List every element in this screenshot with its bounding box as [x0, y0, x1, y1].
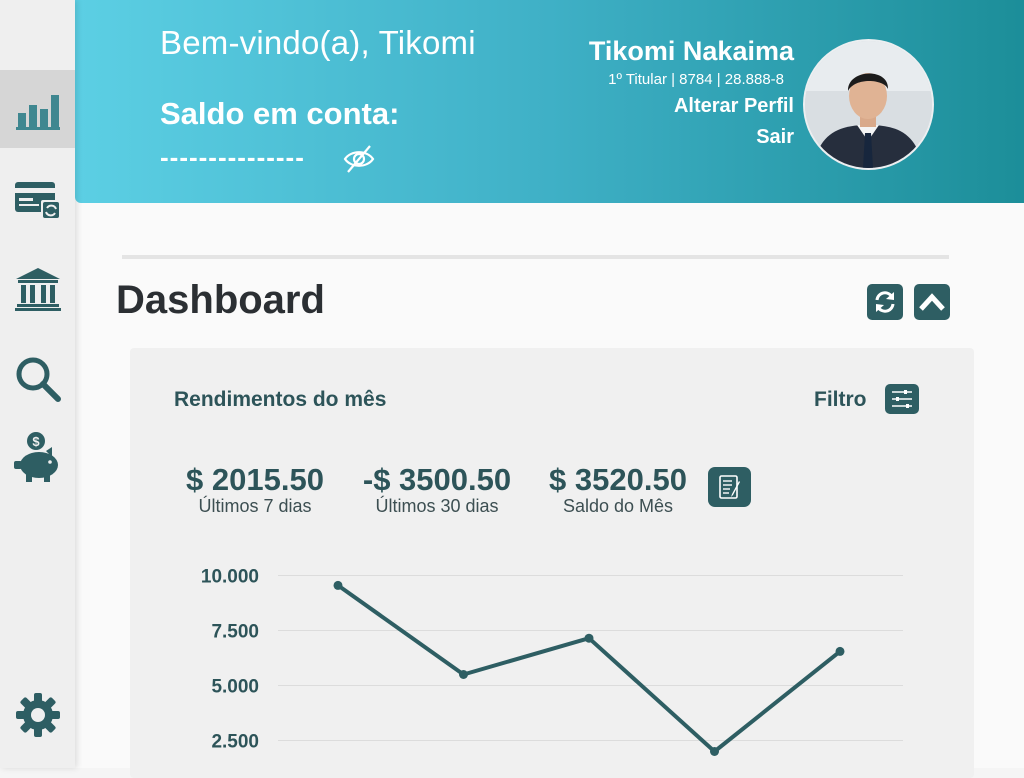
gear-icon: [15, 693, 60, 737]
data-point[interactable]: [584, 633, 594, 643]
avatar[interactable]: [803, 39, 934, 170]
data-point[interactable]: [710, 747, 719, 756]
sidebar-item-savings[interactable]: $: [0, 418, 75, 496]
y-tick-label: 2.500: [211, 732, 259, 753]
welcome-message: Bem-vindo(a), Tikomi: [160, 24, 476, 61]
y-tick-label: 7.500: [211, 622, 259, 643]
y-tick-label: 5.000: [211, 677, 259, 698]
chevron-up-icon: [919, 293, 945, 311]
bank-icon: [14, 268, 61, 311]
piggy-bank-icon: $: [13, 432, 58, 482]
data-point[interactable]: [333, 580, 343, 590]
balance-value: ---------------: [160, 142, 305, 172]
earnings-card: Rendimentos do mês Filtro $ 2015.50 Últi…: [130, 348, 974, 778]
sidebar-item-dashboard[interactable]: [0, 70, 75, 148]
change-profile-link[interactable]: Alterar Perfil: [674, 95, 794, 118]
earnings-line-chart: 10.000 7.500 5.000 2.500: [201, 567, 903, 756]
refresh-button[interactable]: [867, 284, 903, 320]
search-icon: [16, 357, 61, 402]
page-title: Dashboard: [116, 278, 325, 322]
section-divider: [122, 255, 949, 259]
header-banner: Bem-vindo(a), Tikomi Saldo em conta: ---…: [75, 0, 1024, 203]
main-content: Bem-vindo(a), Tikomi Saldo em conta: ---…: [75, 0, 1024, 778]
data-point[interactable]: [835, 646, 845, 656]
sidebar: $: [0, 0, 75, 768]
eye-off-icon: [343, 145, 375, 173]
series-line: [336, 583, 842, 754]
logout-link[interactable]: Sair: [756, 126, 794, 149]
user-photo: [805, 41, 932, 168]
user-name: Tikomi Nakaima: [588, 36, 794, 66]
collapse-button[interactable]: [914, 284, 950, 320]
card-refresh-icon: [14, 182, 61, 220]
account-info: 1º Titular | 8784 | 28.888-8: [608, 71, 784, 88]
sidebar-item-search[interactable]: [0, 340, 75, 418]
svg-text:$: $: [32, 434, 40, 449]
settings-button[interactable]: [0, 676, 75, 754]
balance-label: Saldo em conta:: [160, 96, 400, 131]
sidebar-item-bank[interactable]: [0, 250, 75, 328]
refresh-icon: [875, 291, 895, 313]
y-tick-label: 10.000: [201, 567, 259, 588]
sidebar-item-cards[interactable]: [0, 160, 75, 238]
toggle-balance-button[interactable]: [342, 142, 376, 176]
bar-chart-icon: [15, 95, 60, 130]
data-point[interactable]: [459, 670, 468, 679]
